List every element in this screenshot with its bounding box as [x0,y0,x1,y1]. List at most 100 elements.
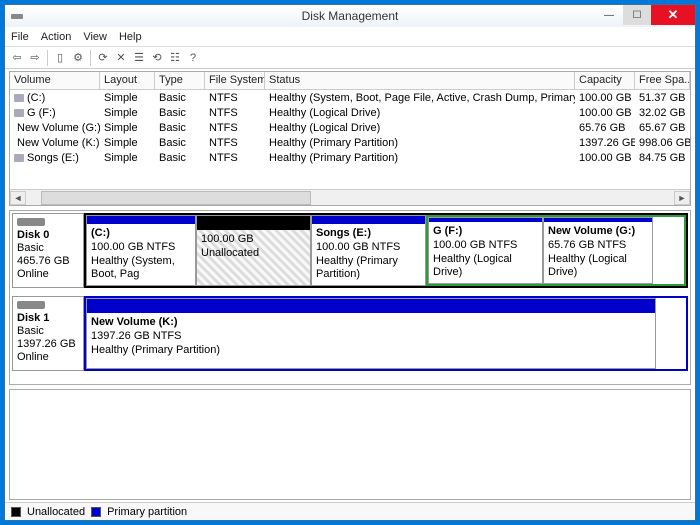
partition[interactable]: New Volume (K:)1397.26 GB NTFSHealthy (P… [86,298,656,369]
volume-row[interactable]: (C:)SimpleBasicNTFSHealthy (System, Boot… [10,90,690,105]
col-capacity[interactable]: Capacity [575,72,635,89]
legend-swatch-unallocated [11,507,21,517]
partition-body: (C:)100.00 GB NTFSHealthy (System, Boot,… [87,224,195,285]
col-volume[interactable]: Volume [10,72,100,89]
legend-label-unallocated: Unallocated [27,506,85,518]
partition[interactable]: G (F:)100.00 GB NTFSHealthy (Logical Dri… [428,217,543,284]
partition-line2: 100.00 GB [201,233,306,247]
back-icon[interactable]: ⇦ [9,50,25,66]
partition-title: Songs (E:) [316,227,421,241]
properties-icon[interactable]: ☰ [131,50,147,66]
col-layout[interactable]: Layout [100,72,155,89]
app-window: Disk Management — ☐ ✕ File Action View H… [4,4,696,521]
maximize-button[interactable]: ☐ [623,5,651,25]
volume-free: 998.06 GB [635,137,690,149]
rescan-icon[interactable]: ⟲ [149,50,165,66]
scroll-track[interactable] [26,191,674,205]
volume-type: Basic [155,152,205,164]
disk-graph-area: Disk 0Basic465.76 GBOnline(C:)100.00 GB … [9,210,691,385]
volume-fs: NTFS [205,122,265,134]
volume-capacity: 100.00 GB [575,107,635,119]
disk-type: Basic [17,242,79,254]
partition-body: New Volume (K:)1397.26 GB NTFSHealthy (P… [87,313,655,368]
legend: Unallocated Primary partition [5,502,695,520]
disk-row: Disk 1Basic1397.26 GBOnlineNew Volume (K… [12,296,688,371]
volume-capacity: 1397.26 GB [575,137,635,149]
toggle-pane-icon[interactable]: ▯ [52,50,68,66]
drive-icon [14,154,24,162]
refresh-icon[interactable]: ⟳ [95,50,111,66]
content-area: Volume Layout Type File System Status Ca… [5,69,695,520]
disk-size: 465.76 GB [17,255,79,267]
help-icon[interactable]: ? [185,50,201,66]
volume-row[interactable]: Songs (E:)SimpleBasicNTFSHealthy (Primar… [10,150,690,165]
horizontal-scrollbar[interactable]: ◄ ► [10,189,690,205]
volume-fs: NTFS [205,152,265,164]
disk-state: Online [17,268,79,280]
disk-name: Disk 1 [17,312,79,324]
menu-action[interactable]: Action [41,31,72,43]
list-body: (C:)SimpleBasicNTFSHealthy (System, Boot… [10,90,690,189]
volume-capacity: 100.00 GB [575,92,635,104]
col-status[interactable]: Status [265,72,575,89]
partition-line3: Healthy (Logical Drive) [548,253,648,281]
partition-body: G (F:)100.00 GB NTFSHealthy (Logical Dri… [429,222,542,283]
volume-layout: Simple [100,92,155,104]
volume-capacity: 100.00 GB [575,152,635,164]
partition-body: New Volume (G:)65.76 GB NTFSHealthy (Log… [544,222,652,283]
partition[interactable]: Songs (E:)100.00 GB NTFSHealthy (Primary… [311,215,426,286]
disk-row: Disk 0Basic465.76 GBOnline(C:)100.00 GB … [12,213,688,288]
partition[interactable]: 100.00 GBUnallocated [196,215,311,286]
close-button[interactable]: ✕ [651,5,695,25]
volume-row[interactable]: New Volume (G:)SimpleBasicNTFSHealthy (L… [10,120,690,135]
toolbar: ⇦ ⇨ ▯ ⚙ ⟳ ✕ ☰ ⟲ ☷ ? [5,47,695,69]
partition-line2: 1397.26 GB NTFS [91,330,651,344]
partition[interactable]: New Volume (G:)65.76 GB NTFSHealthy (Log… [543,217,653,284]
col-filesystem[interactable]: File System [205,72,265,89]
partition-title: New Volume (G:) [548,225,648,239]
legend-swatch-primary [91,507,101,517]
disk-label[interactable]: Disk 0Basic465.76 GBOnline [12,213,84,288]
partition[interactable]: (C:)100.00 GB NTFSHealthy (System, Boot,… [86,215,196,286]
volume-status: Healthy (Primary Partition) [265,152,575,164]
volume-status: Healthy (Logical Drive) [265,122,575,134]
volume-layout: Simple [100,122,155,134]
minimize-button[interactable]: — [595,5,623,25]
volume-name: G (F:) [10,107,100,119]
volume-list: Volume Layout Type File System Status Ca… [9,71,691,206]
disk-label[interactable]: Disk 1Basic1397.26 GBOnline [12,296,84,371]
window-title: Disk Management [5,9,695,23]
scroll-left-icon[interactable]: ◄ [10,191,26,205]
extended-partition-group: G (F:)100.00 GB NTFSHealthy (Logical Dri… [426,215,686,286]
partition-line3: Healthy (System, Boot, Pag [91,255,191,283]
menu-file[interactable]: File [11,31,29,43]
partition-line2: 100.00 GB NTFS [433,239,538,253]
partition-line2: 100.00 GB NTFS [316,241,421,255]
toolbar-separator [47,50,48,66]
scroll-thumb[interactable] [41,191,311,205]
legend-label-primary: Primary partition [107,506,187,518]
volume-row[interactable]: G (F:)SimpleBasicNTFSHealthy (Logical Dr… [10,105,690,120]
titlebar[interactable]: Disk Management — ☐ ✕ [5,5,695,27]
volume-layout: Simple [100,137,155,149]
col-type[interactable]: Type [155,72,205,89]
forward-icon[interactable]: ⇨ [27,50,43,66]
volume-free: 65.67 GB [635,122,690,134]
volume-capacity: 65.76 GB [575,122,635,134]
menu-help[interactable]: Help [119,31,142,43]
volume-row[interactable]: New Volume (K:)SimpleBasicNTFSHealthy (P… [10,135,690,150]
scroll-right-icon[interactable]: ► [674,191,690,205]
partition-line3: Healthy (Primary Partition) [91,344,651,358]
col-free[interactable]: Free Spa... [635,72,690,89]
list-view-icon[interactable]: ☷ [167,50,183,66]
delete-icon[interactable]: ✕ [113,50,129,66]
partition-body: Songs (E:)100.00 GB NTFSHealthy (Primary… [312,224,425,285]
volume-fs: NTFS [205,92,265,104]
partition-line3: Healthy (Primary Partition) [316,255,421,283]
volume-type: Basic [155,92,205,104]
partition-header [87,216,195,224]
partition-line3: Healthy (Logical Drive) [433,253,538,281]
partition-body: 100.00 GBUnallocated [197,230,310,285]
menu-view[interactable]: View [83,31,107,43]
settings-icon[interactable]: ⚙ [70,50,86,66]
